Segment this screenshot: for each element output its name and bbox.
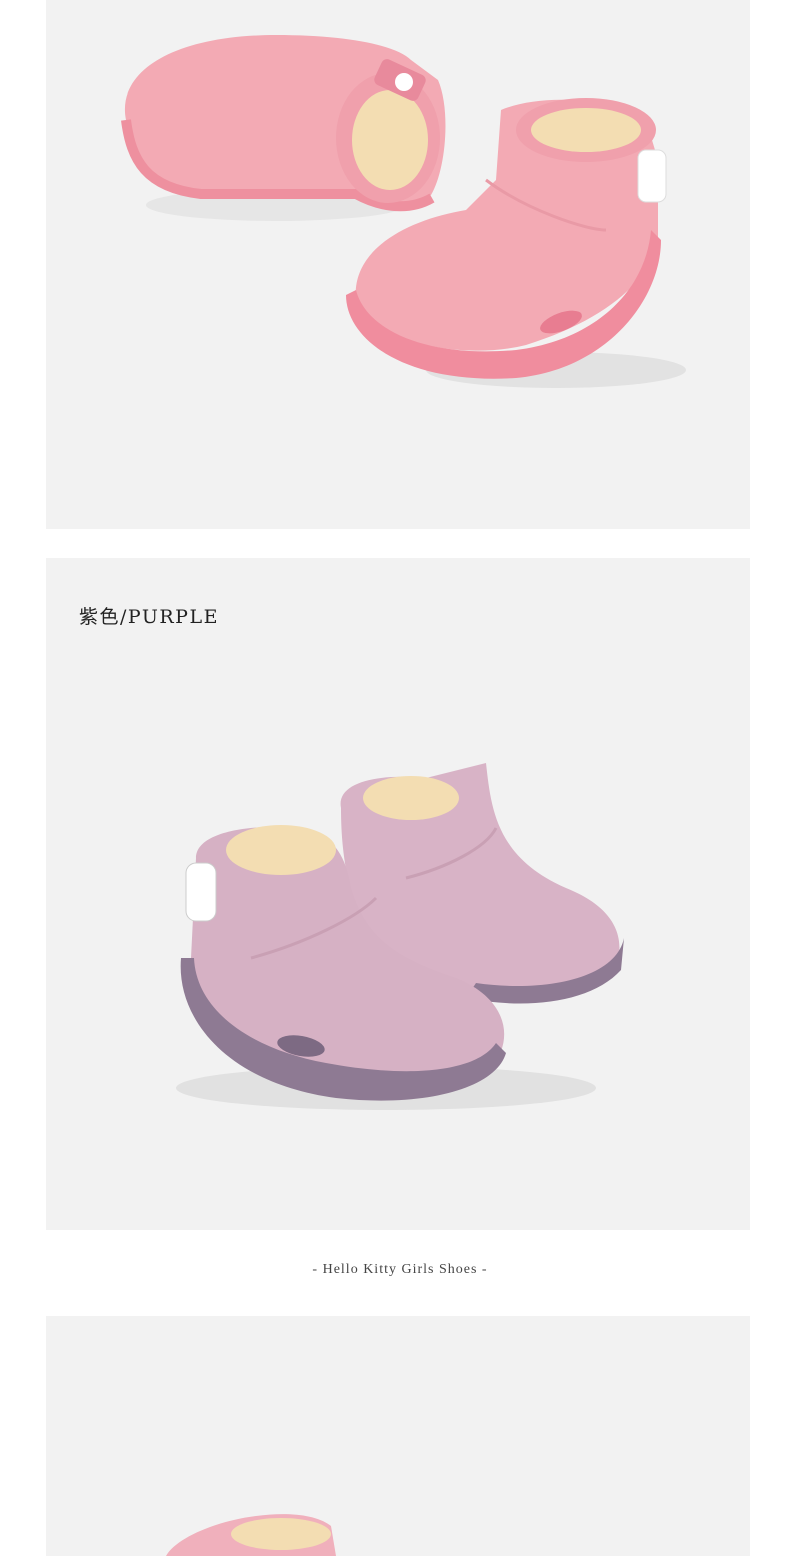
product-photo-partial [46, 1316, 750, 1556]
pink-shoes-illustration [121, 35, 686, 388]
product-photo-purple: 紫色/PURPLE [46, 558, 750, 1230]
purple-shoes-illustration [176, 763, 624, 1110]
caption: - Hello Kitty Girls Shoes - [312, 1262, 488, 1277]
partial-shoe-illustration [166, 1514, 336, 1556]
partial-shoe [166, 1514, 336, 1556]
product-photo-pink [46, 0, 750, 529]
pink-shoe-left [121, 35, 446, 212]
